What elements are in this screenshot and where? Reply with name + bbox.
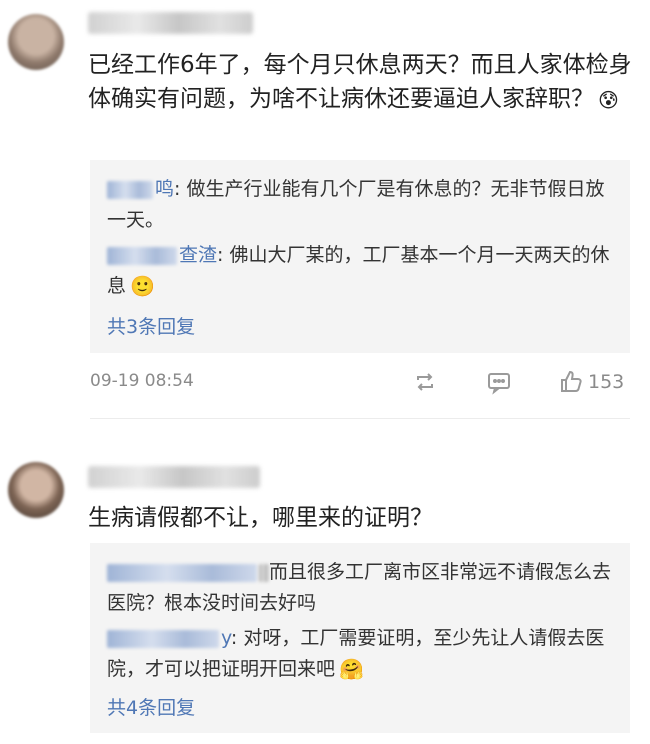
divider: [90, 418, 630, 419]
comment-button[interactable]: [486, 367, 512, 397]
reply-item: 而且很多工厂离市区非常远不请假怎么去医院？根本没时间去好吗: [107, 561, 612, 614]
reply-box: 而且很多工厂离市区非常远不请假怎么去医院？根本没时间去好吗 y: 对呀，工厂需要…: [90, 543, 630, 733]
repost-icon: [417, 373, 433, 391]
more-replies-link[interactable]: 共3条回复: [107, 312, 195, 339]
comment-icon: [488, 373, 510, 395]
reply-username-blurred[interactable]: [107, 180, 153, 199]
reply-item: 查渣: 佛山大厂某的，工厂基本一个月一天两天的休息 🙂: [107, 240, 612, 302]
reply-item: 鸣: 做生产行业能有几个厂是有休息的？无非节假日放一天。: [107, 178, 605, 231]
reply-username-blurred[interactable]: [107, 629, 219, 648]
avatar[interactable]: [8, 14, 64, 70]
reply-username[interactable]: y: [221, 627, 231, 649]
reply-item: y: 对呀，工厂需要证明，至少先让人请假去医院，才可以把证明开回来吧 🤗: [107, 623, 612, 685]
smile-emoji-icon: 🙂: [130, 274, 155, 298]
blurred-text: [259, 563, 269, 582]
comment-text: 已经工作6年了，每个月只休息两天？而且人家体检身体确实有问题，为啥不让病休还要逼…: [88, 48, 633, 117]
reply-username-blurred[interactable]: [107, 246, 177, 265]
crying-emoji-icon: 😰: [598, 87, 619, 112]
username-blurred[interactable]: [88, 12, 253, 34]
repost-button[interactable]: [412, 367, 438, 397]
reply-username-blurred[interactable]: [107, 563, 257, 582]
avatar[interactable]: [8, 462, 64, 518]
thumbs-up-icon: [561, 370, 582, 392]
more-replies-link[interactable]: 共4条回复: [107, 693, 195, 720]
reply-username[interactable]: 鸣: [155, 178, 174, 200]
username-blurred[interactable]: [88, 466, 260, 488]
comment-text: 生病请假都不让，哪里来的证明？: [88, 505, 433, 531]
hug-emoji-icon: 🤗: [339, 657, 364, 681]
reply-box: 鸣: 做生产行业能有几个厂是有休息的？无非节假日放一天。 查渣: 佛山大厂某的，…: [90, 160, 630, 353]
comment-meta: 09-19 08:54 153: [90, 367, 630, 397]
timestamp: 09-19 08:54: [90, 371, 194, 391]
reply-username[interactable]: 查渣: [179, 244, 217, 266]
like-count: 153: [588, 371, 625, 393]
like-button[interactable]: 153: [558, 367, 624, 397]
